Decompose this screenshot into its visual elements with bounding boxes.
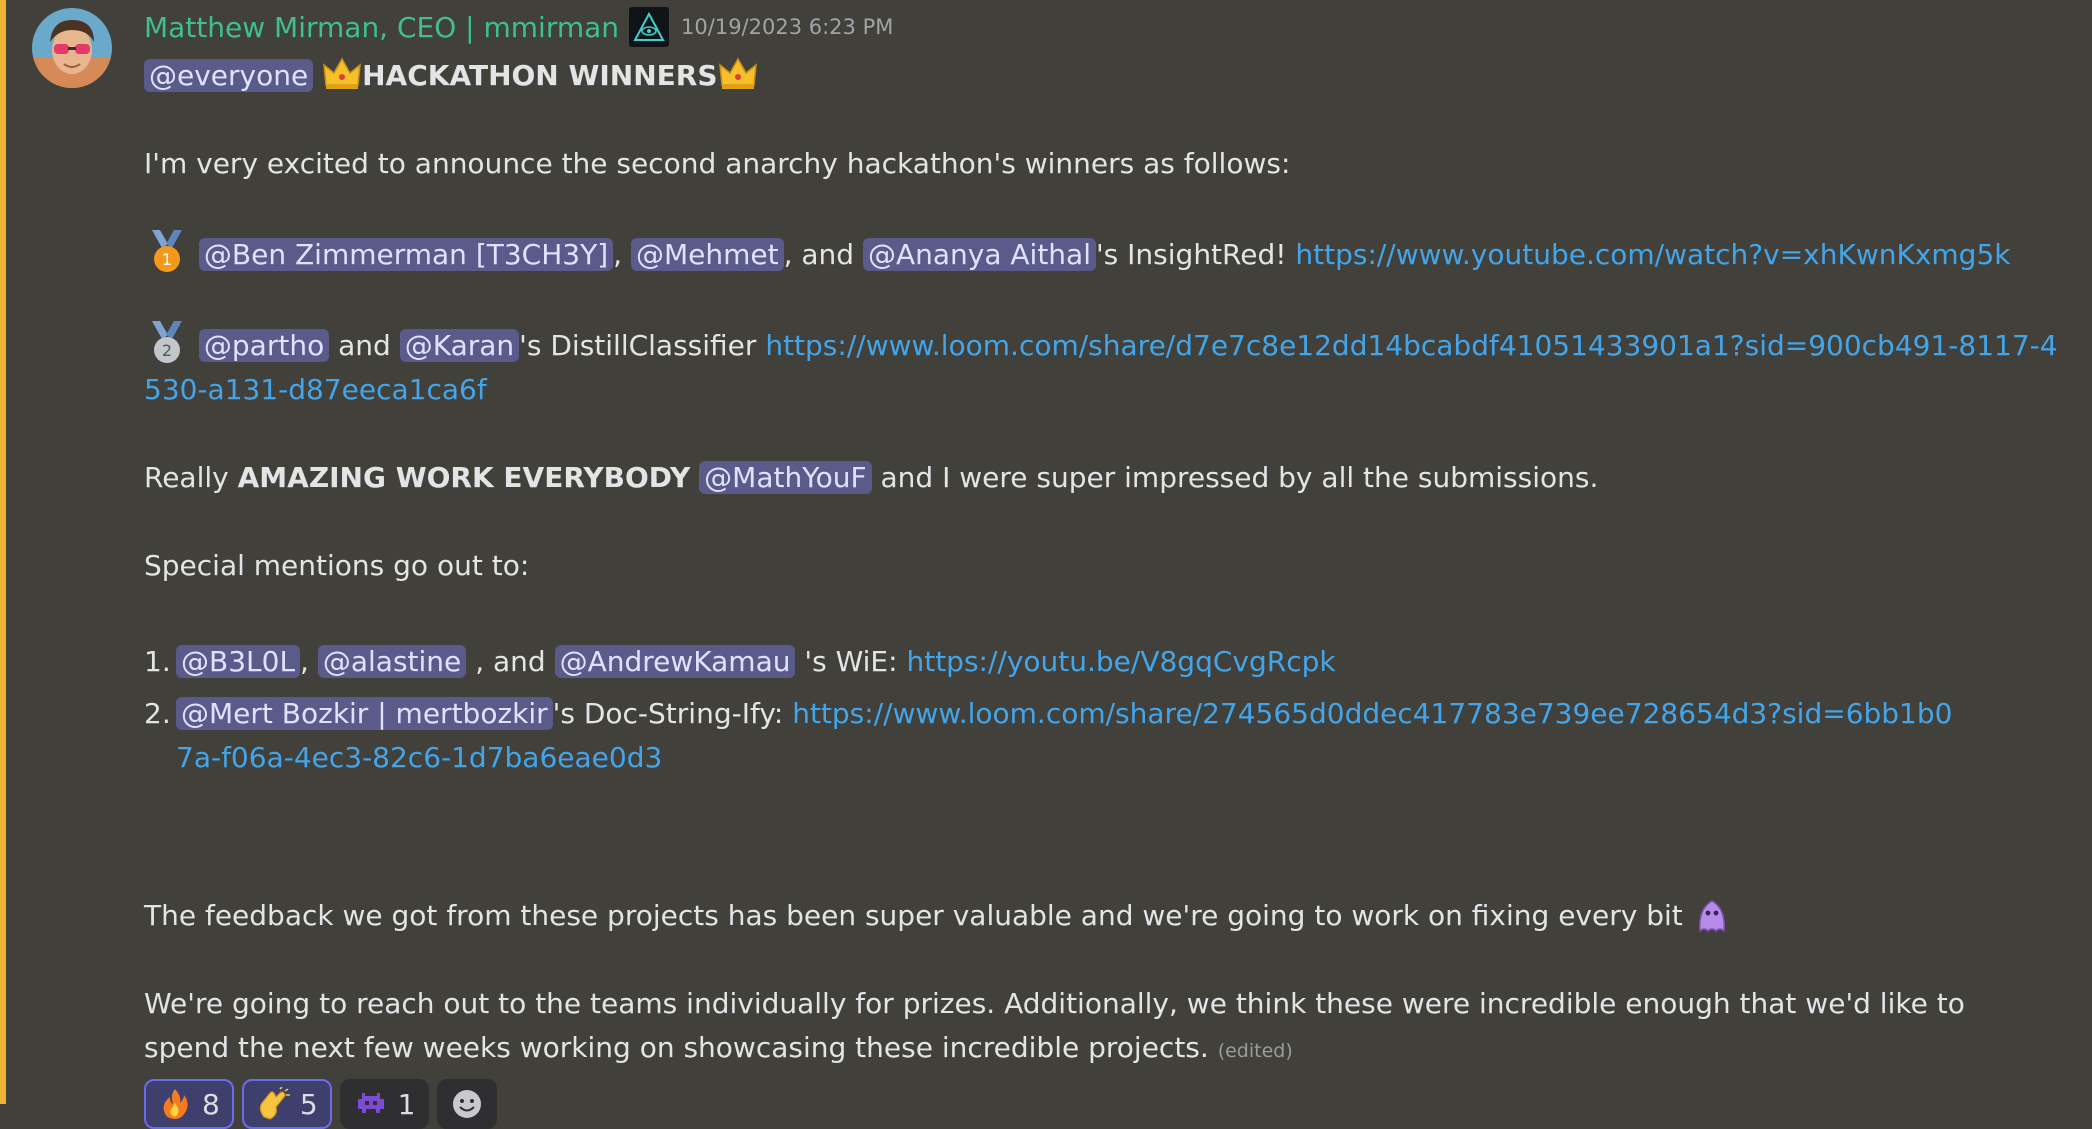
reaction-count: 1 (397, 1087, 416, 1121)
crown-icon (322, 57, 362, 91)
message-content: Matthew Mirman, CEO | mmirman 10/19/2023… (144, 0, 2064, 1129)
fire-icon (158, 1087, 192, 1121)
reaction-clapping-hands[interactable]: 5 (241, 1079, 332, 1129)
amazing-bold-text: AMAZING WORK EVERYBODY (237, 461, 691, 494)
crown-icon (718, 57, 758, 91)
mention-mehmet[interactable]: @Mehmet (630, 238, 784, 271)
feedback-text: The feedback we got from these projects … (144, 899, 1683, 932)
list-number: 1. (144, 645, 171, 678)
project-name: 's WiE: (804, 645, 898, 678)
title-line: @everyone HACKATHON WINNERS (144, 54, 2064, 98)
mention-b3l0l[interactable]: @B3L0L (176, 645, 301, 678)
reaction-count: 8 (202, 1087, 220, 1121)
youtu-be-link[interactable]: https://youtu.be/V8gqCvgRcpk (906, 645, 1335, 678)
mention-ben-zimmerman[interactable]: @Ben Zimmerman [T3CH3Y] (198, 238, 614, 271)
intro-text: I'm very excited to announce the second … (144, 147, 1291, 180)
feedback-line: The feedback we got from these projects … (144, 894, 2064, 938)
separator-text: and (338, 329, 391, 362)
mention-ananya-aithal[interactable]: @Ananya Aithal (862, 238, 1096, 271)
svg-text:1: 1 (162, 250, 172, 269)
announcement-title: HACKATHON WINNERS (362, 59, 718, 92)
amazing-post-text: and I were super impressed by all the su… (880, 461, 1599, 494)
mention-karan[interactable]: @Karan (399, 329, 520, 362)
list-item: 1. @B3L0L, @alastine , and @AndrewKamau … (144, 640, 2064, 684)
add-reaction-button[interactable] (437, 1079, 498, 1129)
project-name: 's InsightRed! (1095, 238, 1287, 271)
separator-text: , (613, 238, 623, 271)
second-place-line: 2 @partho and @Karan's DistillClassifier… (144, 321, 2064, 412)
reaction-space-invader[interactable]: 1 (339, 1079, 430, 1129)
chat-message: Matthew Mirman, CEO | mmirman 10/19/2023… (0, 0, 2092, 1129)
smiley-icon (450, 1087, 484, 1121)
special-mentions-heading: Special mentions go out to: (144, 549, 530, 582)
reactions-bar: 8 5 1 (144, 1079, 2064, 1129)
message-header: Matthew Mirman, CEO | mmirman 10/19/2023… (144, 0, 2064, 54)
list-number: 2. (144, 697, 171, 730)
mention-mathyouf[interactable]: @MathYouF (699, 461, 872, 494)
project-name: 's DistillClassifier (519, 329, 757, 362)
svg-text:2: 2 (162, 341, 172, 360)
avatar[interactable] (32, 8, 112, 88)
first-place-medal-icon: 1 (144, 230, 190, 274)
mention-highlight-bar (0, 0, 6, 1104)
author-name[interactable]: Matthew Mirman, CEO | mmirman (144, 11, 619, 44)
mention-mert-bozkir[interactable]: @Mert Bozkir | mertbozkir (176, 697, 553, 730)
list-item: 2. @Mert Bozkir | mertbozkir's Doc-Strin… (144, 692, 2064, 780)
separator-text: , (300, 645, 309, 678)
illuminati-eye-icon[interactable] (629, 7, 670, 47)
ghost-emoji-icon (1692, 895, 1732, 935)
reaction-count: 5 (299, 1087, 318, 1121)
first-place-line: 1 @Ben Zimmerman [T3CH3Y], @Mehmet, and … (144, 230, 2064, 277)
second-place-medal-icon: 2 (144, 321, 190, 365)
mention-alastine[interactable]: @alastine (317, 645, 467, 678)
timestamp[interactable]: 10/19/2023 6:23 PM (681, 15, 893, 39)
mention-partho[interactable]: @partho (198, 329, 330, 362)
closing-paragraph: We're going to reach out to the teams in… (144, 982, 1994, 1073)
reaction-fire[interactable]: 8 (144, 1079, 234, 1129)
mention-andrewkamau[interactable]: @AndrewKamau (554, 645, 796, 678)
amazing-pre-text: Really (144, 461, 229, 494)
project-name: 's Doc-String-Ify: (552, 697, 784, 730)
youtube-link[interactable]: https://www.youtube.com/watch?v=xhKwnKxm… (1295, 238, 2010, 271)
space-invader-icon (354, 1087, 388, 1121)
closing-text: We're going to reach out to the teams in… (144, 987, 1965, 1064)
separator-text: , and (783, 238, 855, 271)
mention-everyone[interactable]: @everyone (144, 59, 314, 92)
amazing-line: Really AMAZING WORK EVERYBODY @MathYouF … (144, 456, 2064, 500)
edited-label[interactable]: (edited) (1218, 1040, 1293, 1062)
separator-text: , and (475, 645, 546, 678)
clapping-hands-icon (256, 1086, 290, 1121)
special-mentions-list: 1. @B3L0L, @alastine , and @AndrewKamau … (144, 640, 2064, 780)
